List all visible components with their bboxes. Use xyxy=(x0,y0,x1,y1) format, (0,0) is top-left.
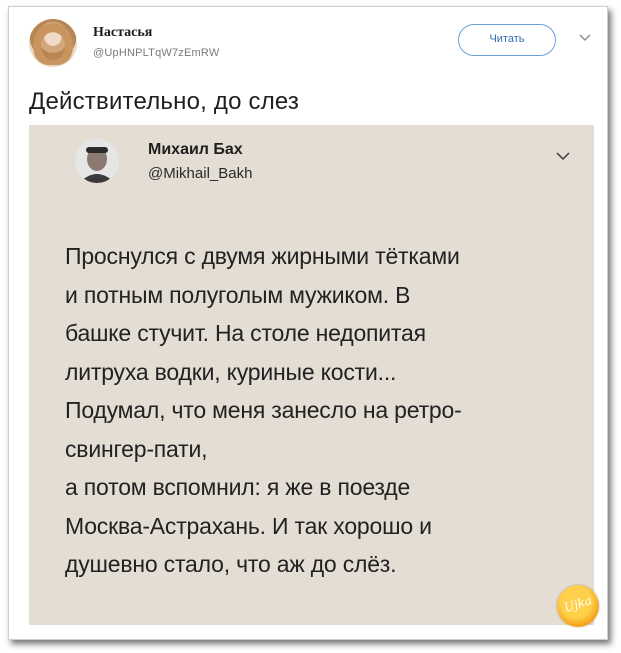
body-line: башке стучит. На столе недопитая xyxy=(65,320,426,346)
tweet-container: Настасья @UpHNPLTqW7zEmRW Читать Действи… xyxy=(8,6,608,640)
tweet-header: Настасья @UpHNPLTqW7zEmRW Читать xyxy=(9,7,607,83)
body-line: литруха водки, куриные кости... xyxy=(65,358,397,385)
embedded-tweet-image[interactable]: Михаил Бах @Mikhail_Bakh Проснулся с дву… xyxy=(29,125,594,625)
body-line: а потом вспомнил: я же в поезде xyxy=(65,474,411,500)
tweet-text: Действительно, до слез xyxy=(29,88,300,115)
body-line: и потным полуголым мужиком. В xyxy=(65,281,411,308)
watermark-logo: Ujka xyxy=(557,585,599,627)
watermark-text: Ujka xyxy=(562,592,594,616)
body-line: душевно стало, что аж до слёз. xyxy=(65,551,397,577)
chevron-down-icon[interactable] xyxy=(579,34,591,42)
author-handle[interactable]: @UpHNPLTqW7zEmRW xyxy=(93,47,219,59)
embedded-author-name: Михаил Бах xyxy=(148,141,243,158)
author-name[interactable]: Настасья xyxy=(93,25,152,41)
body-line: Москва-Астрахань. И так хорошо и xyxy=(65,512,432,539)
embedded-author-handle: @Mikhail_Bakh xyxy=(148,165,253,182)
body-line: Подумал, что меня занесло на ретро- xyxy=(65,397,462,423)
body-line: Проснулся с двумя жирными тётками xyxy=(65,243,460,269)
avatar[interactable] xyxy=(29,19,77,67)
embedded-tweet-body: Проснулся с двумя жирными тётками и потн… xyxy=(65,237,585,584)
follow-button[interactable]: Читать xyxy=(458,24,556,56)
embedded-avatar xyxy=(75,139,119,183)
body-line: свингер-пати, xyxy=(65,435,208,462)
chevron-down-icon xyxy=(556,152,570,161)
